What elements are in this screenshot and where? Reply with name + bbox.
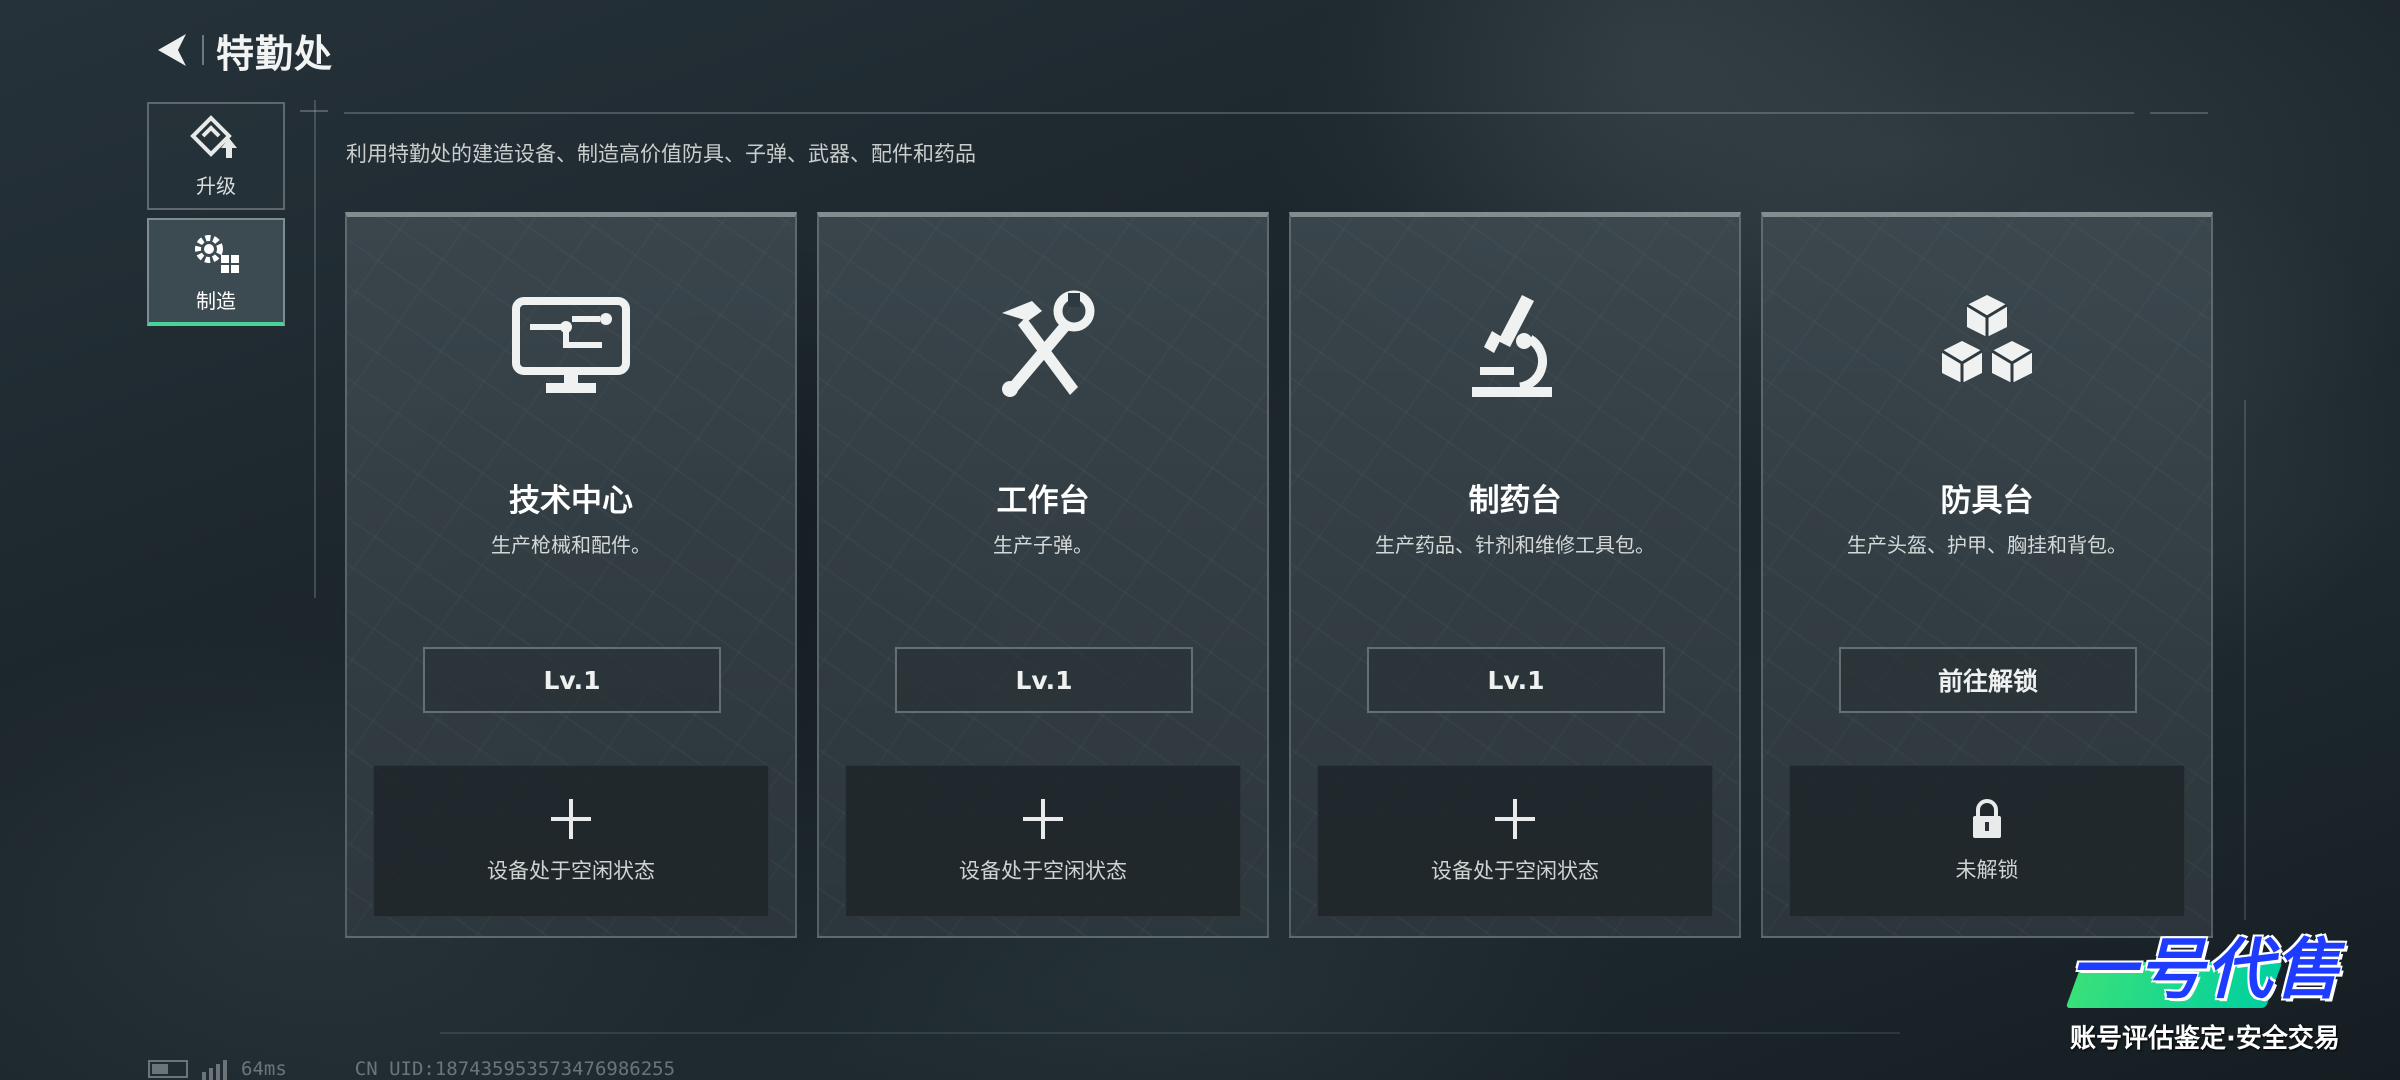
card-description: 生产子弹。 (993, 533, 1093, 557)
sidebar: 升级 制造 (147, 102, 285, 334)
unlock-button[interactable]: 前往解锁 (1839, 647, 2137, 713)
station-card-pharmacy[interactable]: 制药台 生产药品、针剂和维修工具包。 Lv.1 设备处于空闲状态 (1289, 212, 1741, 938)
card-description: 生产头盔、护甲、胸挂和背包。 (1847, 533, 2127, 557)
battery-icon (148, 1060, 188, 1078)
signal-icon (202, 1058, 227, 1080)
card-description: 生产枪械和配件。 (491, 533, 651, 557)
card-title: 制药台 (1468, 483, 1562, 519)
page-subtitle: 利用特勤处的建造设备、制造高价值防具、子弹、武器、配件和药品 (346, 142, 976, 166)
slot-status-label: 设备处于空闲状态 (1431, 859, 1599, 883)
craft-gear-icon (195, 234, 239, 273)
uid-readout: CN UID:187435953573476986255 (354, 1058, 676, 1080)
station-card-workbench[interactable]: 工作台 生产子弹。 Lv.1 设备处于空闲状态 (817, 212, 1269, 938)
level-button[interactable]: Lv.1 (423, 647, 721, 713)
plus-icon (551, 799, 591, 839)
production-slot[interactable]: 未解锁 (1789, 765, 2185, 917)
slot-status-label: 未解锁 (1955, 858, 2019, 882)
watermark: 一号代售 账号评估鉴定·安全交易 (2065, 928, 2390, 1070)
slot-status-label: 设备处于空闲状态 (487, 859, 655, 883)
sidebar-item-craft[interactable]: 制造 (147, 218, 285, 326)
microscope-icon (1472, 295, 1552, 397)
divider (314, 100, 316, 598)
lock-icon (1973, 799, 2001, 838)
production-slot[interactable]: 设备处于空闲状态 (845, 765, 1241, 917)
header-separator (202, 35, 204, 65)
slot-status-label: 设备处于空闲状态 (959, 859, 1127, 883)
card-title: 技术中心 (509, 483, 633, 519)
divider (344, 112, 2134, 114)
station-cards: 技术中心 生产枪械和配件。 Lv.1 设备处于空闲状态 工作台 生产子弹。 Lv… (345, 212, 2213, 938)
plus-icon (1023, 799, 1063, 839)
page-header: 特勤处 (150, 22, 333, 78)
cubes-icon (1941, 295, 2033, 383)
plus-icon (1495, 799, 1535, 839)
status-bar: 64ms CN UID:187435953573476986255 (148, 1058, 675, 1080)
level-button[interactable]: Lv.1 (1367, 647, 1665, 713)
ping-readout: 64ms (241, 1058, 287, 1080)
divider (440, 1032, 1900, 1034)
level-button[interactable]: Lv.1 (895, 647, 1193, 713)
watermark-logo: 一号代售 (2070, 931, 2342, 1008)
upgrade-icon (190, 114, 237, 158)
card-title: 防具台 (1940, 483, 2034, 519)
watermark-tagline: 账号评估鉴定·安全交易 (2070, 1024, 2340, 1054)
computer-icon (512, 297, 630, 393)
back-button[interactable] (150, 28, 194, 72)
hammer-wrench-icon (1002, 290, 1095, 397)
production-slot[interactable]: 设备处于空闲状态 (1317, 765, 1713, 917)
divider (2244, 400, 2246, 920)
sidebar-item-label: 升级 (196, 173, 236, 198)
sidebar-item-upgrade[interactable]: 升级 (147, 102, 285, 210)
sidebar-item-label: 制造 (196, 288, 236, 313)
card-description: 生产药品、针剂和维修工具包。 (1375, 533, 1655, 557)
station-card-tech-center[interactable]: 技术中心 生产枪械和配件。 Lv.1 设备处于空闲状态 (345, 212, 797, 938)
page-title: 特勤处 (216, 31, 334, 76)
production-slot[interactable]: 设备处于空闲状态 (373, 765, 769, 917)
card-title: 工作台 (996, 483, 1090, 519)
station-card-armor-bench[interactable]: 防具台 生产头盔、护甲、胸挂和背包。 前往解锁 未解锁 (1761, 212, 2213, 938)
back-arrow-icon (158, 34, 186, 66)
divider (2150, 112, 2208, 114)
